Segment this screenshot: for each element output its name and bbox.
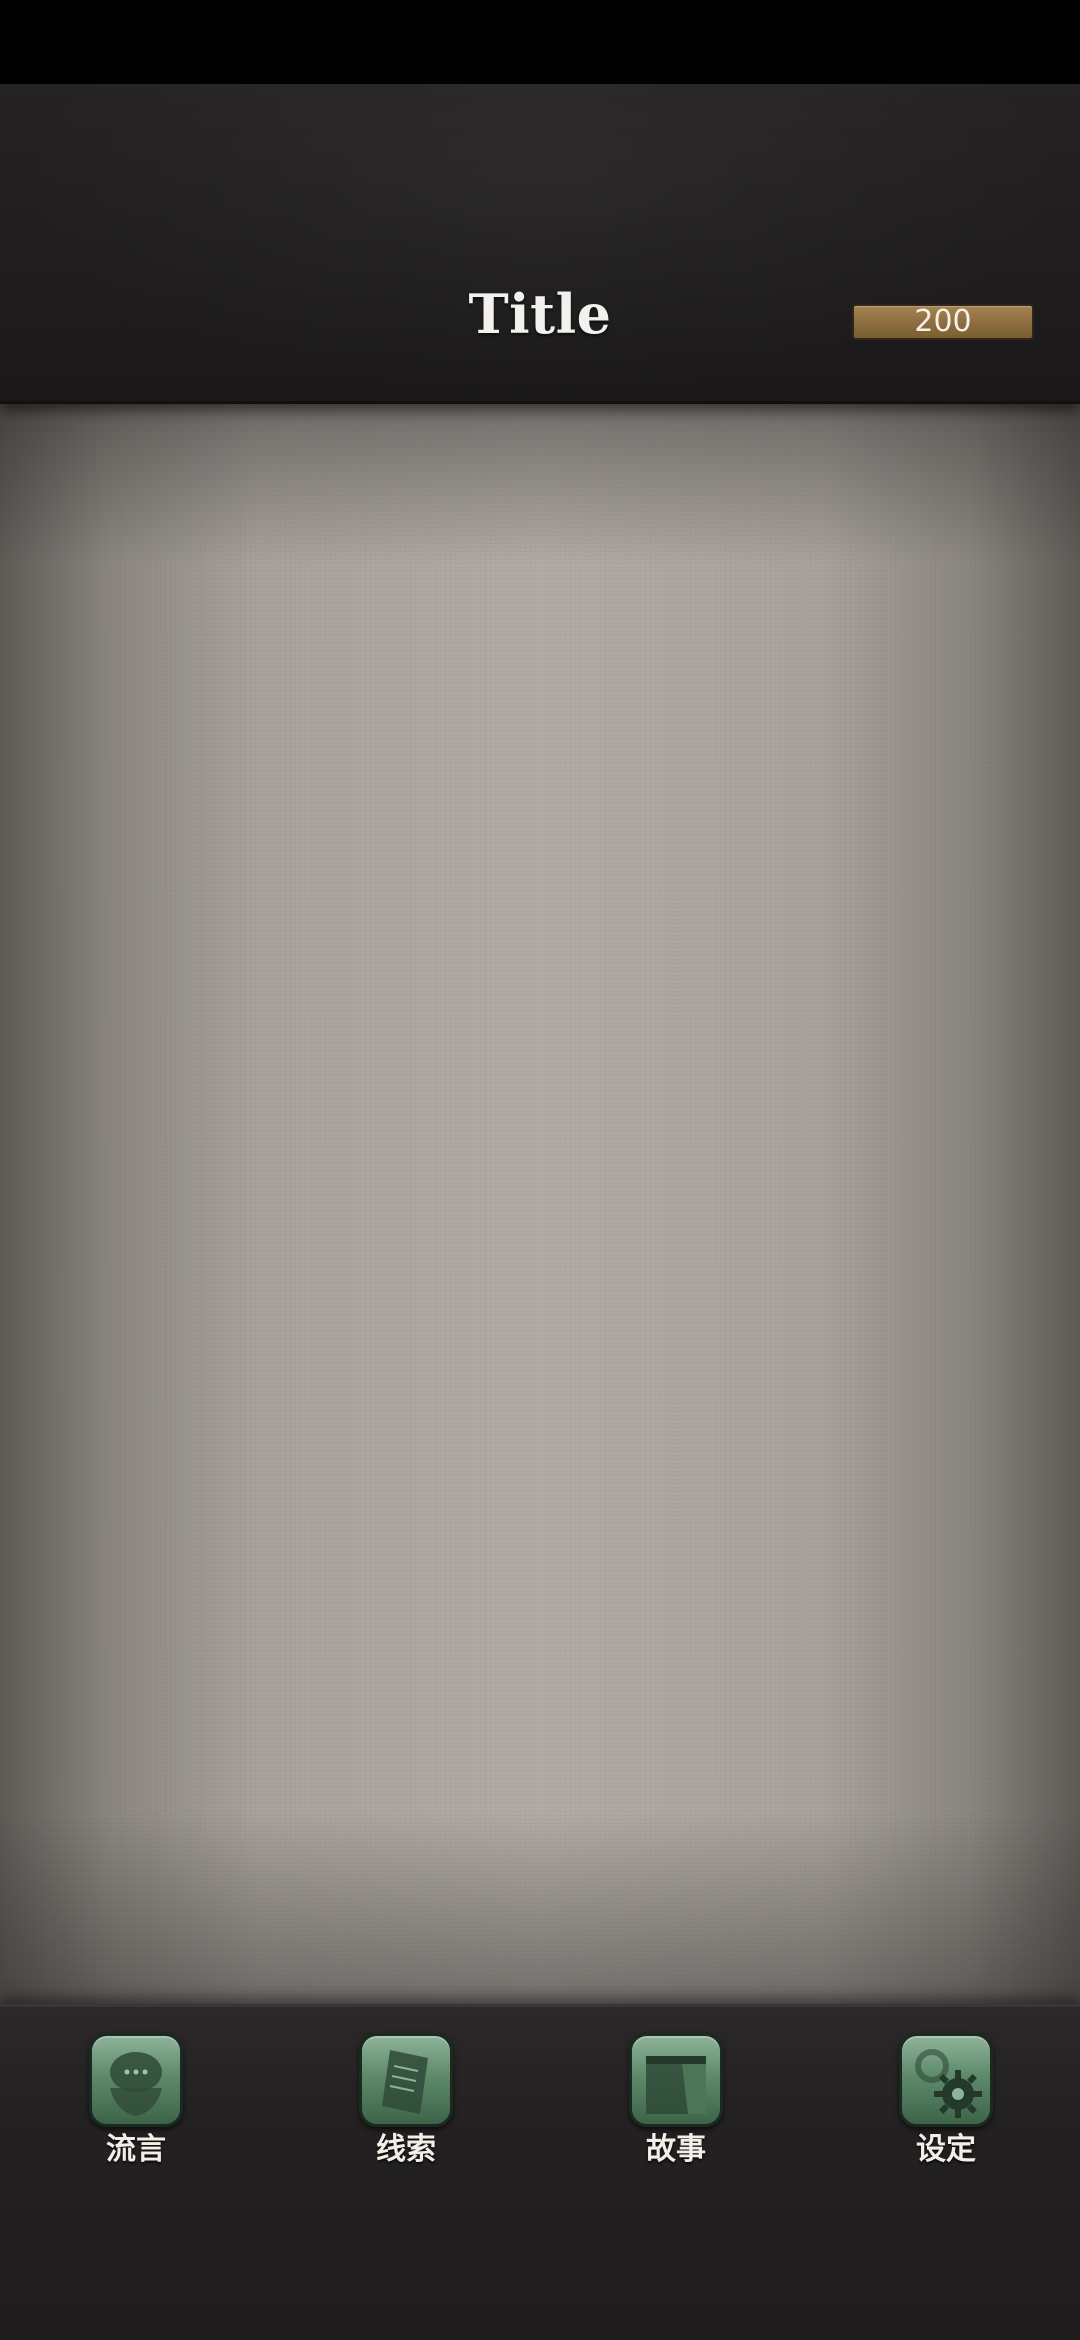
app-screen: Title 200 流言 线索 故事 设定 bbox=[0, 0, 1080, 2340]
bottom-tab-bar: 流言 线索 故事 设定 bbox=[0, 2004, 1080, 2340]
tab-rumors-label: 流言 bbox=[106, 2132, 166, 2167]
book-icon bbox=[629, 2033, 723, 2127]
tab-story-label: 故事 bbox=[646, 2132, 706, 2167]
tab-story[interactable]: 故事 bbox=[616, 2033, 736, 2183]
gear-icon bbox=[899, 2033, 993, 2127]
currency-counter: 200 bbox=[852, 304, 1034, 340]
speech-bubble-icon bbox=[89, 2033, 183, 2127]
tab-clues[interactable]: 线索 bbox=[346, 2033, 466, 2183]
status-bar bbox=[0, 0, 1080, 84]
tab-rumors[interactable]: 流言 bbox=[76, 2033, 196, 2183]
paper-note-icon bbox=[359, 2033, 453, 2127]
header: Title 200 bbox=[0, 84, 1080, 404]
content-area bbox=[0, 404, 1080, 2004]
tab-settings[interactable]: 设定 bbox=[886, 2033, 1006, 2183]
tab-settings-label: 设定 bbox=[916, 2132, 976, 2167]
tab-clues-label: 线索 bbox=[376, 2132, 436, 2167]
